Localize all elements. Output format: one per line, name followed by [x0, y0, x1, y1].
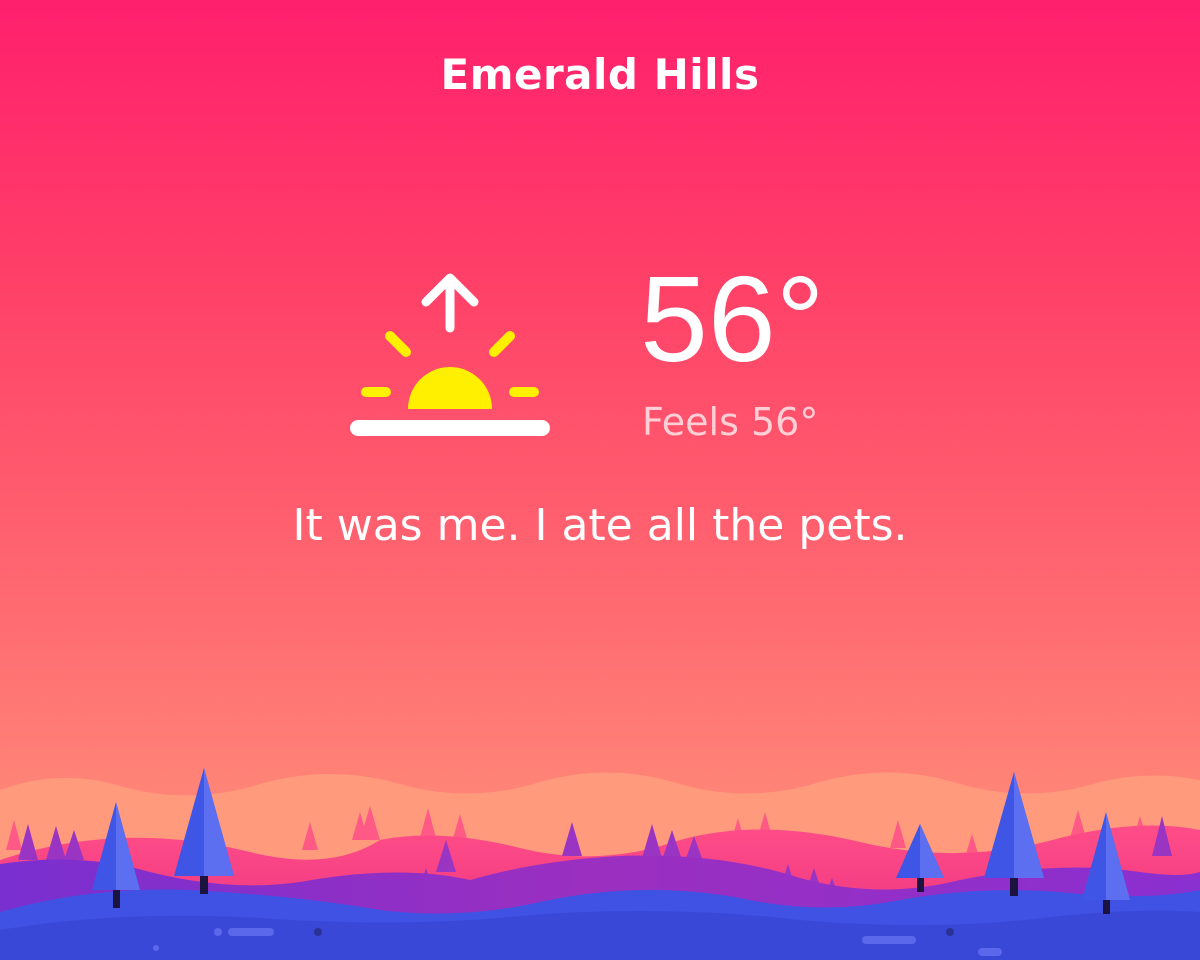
weather-screen: { "location": { "name": "Emerald Hills" … — [0, 0, 1200, 960]
feels-like: Feels 56° — [642, 400, 819, 444]
temperature: 56° — [640, 251, 825, 387]
sunrise-icon — [350, 270, 550, 442]
location-title: Emerald Hills — [440, 50, 760, 99]
landscape-illustration — [0, 760, 1200, 960]
weather-message: It was me. I ate all the pets. — [292, 500, 908, 551]
